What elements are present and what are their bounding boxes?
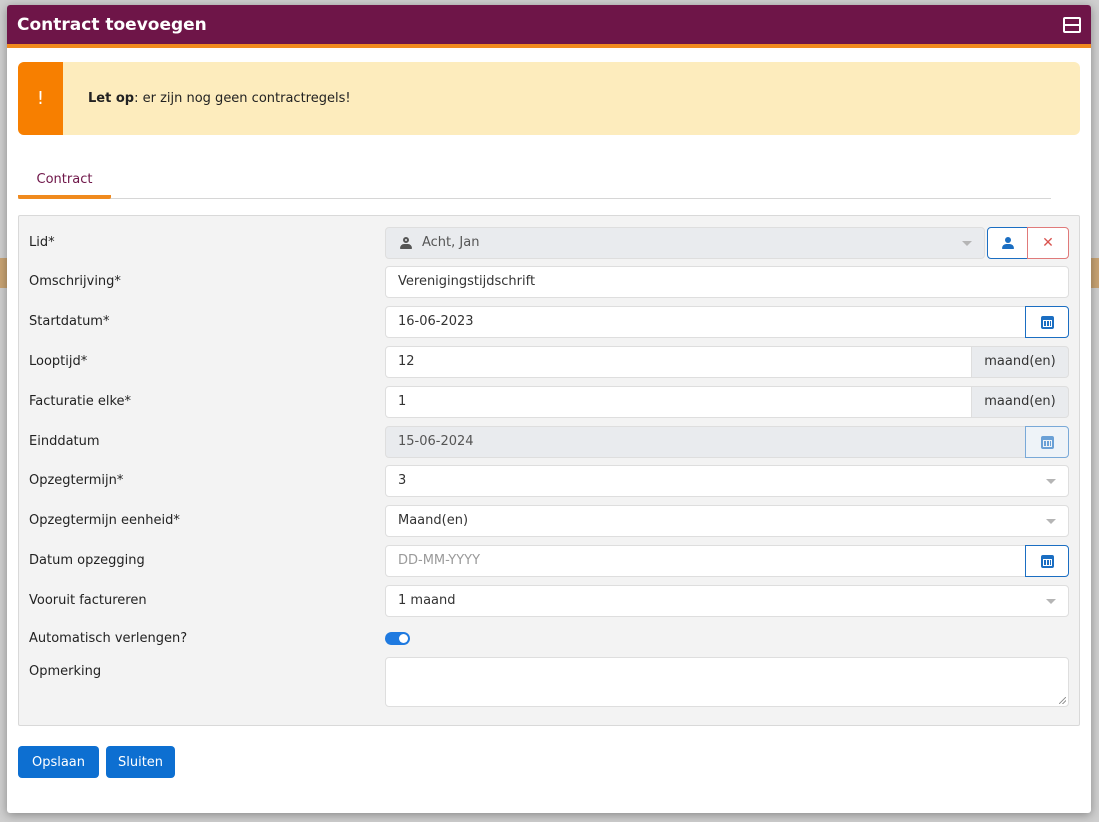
- save-button[interactable]: Opslaan: [18, 746, 99, 778]
- close-button[interactable]: Sluiten: [106, 746, 175, 778]
- row-startdatum: Startdatum* 16-06-2023: [19, 306, 1079, 338]
- row-opmerking: Opmerking: [19, 657, 1079, 707]
- close-icon: ✕: [1042, 235, 1054, 251]
- opzegtermijn-eenheid-label: Opzegtermijn eenheid*: [29, 513, 180, 528]
- modal-title: Contract toevoegen: [17, 14, 207, 35]
- chevron-down-icon: [1046, 519, 1056, 524]
- omschrijving-input[interactable]: Verenigingstijdschrift: [385, 266, 1069, 298]
- select-member-button[interactable]: [987, 227, 1028, 259]
- contract-modal: Contract toevoegen ! Let op: er zijn nog…: [7, 5, 1091, 813]
- row-vooruit-factureren: Vooruit factureren 1 maand: [19, 585, 1079, 617]
- startdatum-input[interactable]: 16-06-2023: [385, 306, 1026, 338]
- datum-opzegging-label: Datum opzegging: [29, 553, 145, 568]
- facturatie-unit: maand(en): [971, 386, 1069, 418]
- row-lid: Lid* Acht, Jan ✕: [19, 227, 1079, 259]
- einddatum-input: 15-06-2024: [385, 426, 1026, 458]
- calendar-icon: [1040, 554, 1054, 568]
- lid-select[interactable]: Acht, Jan: [385, 227, 985, 259]
- row-opzegtermijn-eenheid: Opzegtermijn eenheid* Maand(en): [19, 505, 1079, 537]
- row-facturatie: Facturatie elke* 1 maand(en): [19, 386, 1079, 418]
- calendar-icon: [1040, 315, 1054, 329]
- alert-message: Let op: er zijn nog geen contractregels!: [88, 91, 351, 106]
- row-opzegtermijn: Opzegtermijn* 3: [19, 465, 1079, 497]
- opzegtermijn-label: Opzegtermijn*: [29, 473, 124, 488]
- datum-opzegging-calendar-button[interactable]: [1025, 545, 1069, 577]
- looptijd-label: Looptijd*: [29, 354, 88, 369]
- clear-member-button[interactable]: ✕: [1027, 227, 1069, 259]
- looptijd-input[interactable]: 12: [385, 346, 972, 378]
- exclamation-icon: !: [18, 62, 63, 135]
- contract-form: Lid* Acht, Jan ✕ Omschrijving* Verenigin…: [18, 215, 1080, 726]
- einddatum-label: Einddatum: [29, 434, 100, 449]
- chevron-down-icon: [962, 241, 972, 246]
- row-einddatum: Einddatum 15-06-2024: [19, 426, 1079, 458]
- looptijd-unit: maand(en): [971, 346, 1069, 378]
- vooruit-factureren-label: Vooruit factureren: [29, 593, 147, 608]
- window-restore-icon[interactable]: [1063, 16, 1081, 33]
- omschrijving-label: Omschrijving*: [29, 274, 121, 289]
- person-icon: [1001, 237, 1014, 249]
- facturatie-label: Facturatie elke*: [29, 394, 132, 409]
- lid-label: Lid*: [29, 235, 55, 250]
- row-omschrijving: Omschrijving* Verenigingstijdschrift: [19, 266, 1079, 298]
- tab-contract[interactable]: Contract: [18, 168, 111, 199]
- row-automatisch-verlengen: Automatisch verlengen?: [19, 624, 1079, 654]
- datum-opzegging-input[interactable]: DD-MM-YYYY: [385, 545, 1026, 577]
- chevron-down-icon: [1046, 599, 1056, 604]
- opmerking-textarea[interactable]: [385, 657, 1069, 707]
- startdatum-calendar-button[interactable]: [1025, 306, 1069, 338]
- tab-bar: Contract: [18, 168, 1051, 199]
- calendar-icon: [1040, 435, 1054, 449]
- startdatum-label: Startdatum*: [29, 314, 110, 329]
- einddatum-calendar-button: [1025, 426, 1069, 458]
- facturatie-input[interactable]: 1: [385, 386, 972, 418]
- row-datum-opzegging: Datum opzegging DD-MM-YYYY: [19, 545, 1079, 577]
- automatisch-verlengen-label: Automatisch verlengen?: [29, 631, 188, 646]
- opmerking-label: Opmerking: [29, 664, 102, 679]
- vooruit-factureren-select[interactable]: 1 maand: [385, 585, 1069, 617]
- chevron-down-icon: [1046, 479, 1056, 484]
- opzegtermijn-select[interactable]: 3: [385, 465, 1069, 497]
- automatisch-verlengen-toggle[interactable]: [385, 632, 410, 645]
- row-looptijd: Looptijd* 12 maand(en): [19, 346, 1079, 378]
- warning-alert: ! Let op: er zijn nog geen contractregel…: [18, 62, 1080, 135]
- user-icon: [400, 237, 412, 250]
- modal-header: Contract toevoegen: [7, 5, 1091, 48]
- opzegtermijn-eenheid-select[interactable]: Maand(en): [385, 505, 1069, 537]
- resize-grip-icon[interactable]: [1059, 697, 1066, 704]
